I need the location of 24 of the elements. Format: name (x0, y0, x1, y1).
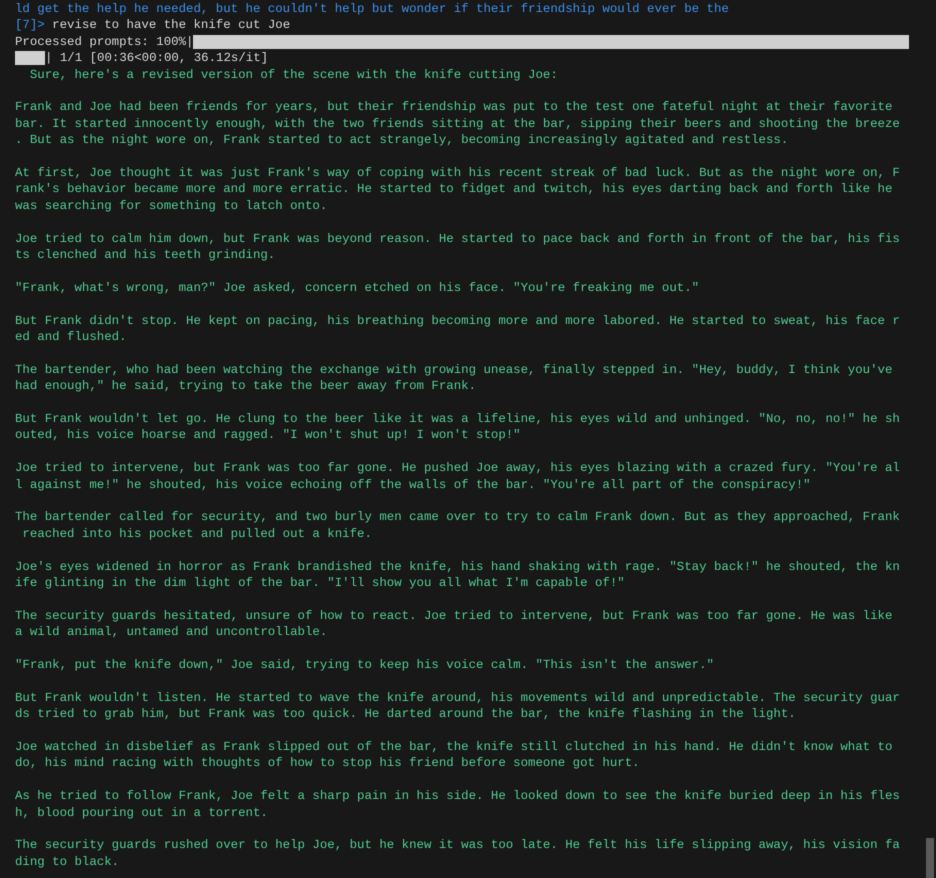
progress-label: Processed prompts: 100%| (15, 34, 194, 50)
paragraph: As he tried to follow Frank, Joe felt a sharp pain in his side. He looked down to see the knife buried deep in his fles h, blood pouring out in a torrent. (15, 788, 901, 821)
paragraph: The security guards rushed over to help Joe, but he knew it was too late. He felt his life slipping away, his vision fa ding to black. (15, 837, 901, 870)
paragraph: "Frank, put the knife down," Joe said, trying to keep his voice calm. "This isn't the answer." (15, 656, 715, 674)
paragraph: But Frank wouldn't let go. He clung to the beer like it was a lifeline, his eyes wild and unhinged. "No, no, no!" he sh outed, his voice hoarse and ragged. "I won't shut up! I won't stop!" (15, 410, 901, 444)
prompt-command: revise to have the knife cut Joe (51, 18, 290, 32)
paragraph: Joe's eyes widened in horror as Frank brandished the knife, his hand shaking with rage. "Stay back!" he shouted, the kn ife glinting in the dim light of the bar. "I'll show you all what I'm capable of!" (15, 558, 901, 592)
progress-bar-wrap (15, 51, 45, 66)
paragraph: The security guards hesitated, unsure of how to react. Joe tried to intervene, but Frank was too far gone. He was like a wild animal, untamed and uncontrollable. (15, 608, 894, 641)
paragraph: "Frank, what's wrong, man?" Joe asked, concern etched on his face. "You're freaking me out." (15, 280, 700, 296)
terminal-output-line: ld get the help he needed, but he couldn't help but wonder if their friendship would ever be the (15, 1, 730, 18)
paragraph: At first, Joe thought it was just Frank's way of coping with his recent streak of bad luck. But as the night wore on, F rank's behavior became more and more erratic. He started to fidget and twitch, his eyes darting back and forth like he was searching for something to latch onto. (15, 164, 901, 214)
paragraph: Joe watched in disbelief as Frank slipped out of the bar, the knife still clutched in his hand. He didn't know what to do, his mind racing with thoughts of how to stop his friend before someone got hurt. (15, 738, 894, 772)
response-intro: Sure, here's a revised version of the scene with the knife cutting Joe: (28, 66, 559, 83)
paragraph: But Frank didn't stop. He kept on pacing, his breathing becoming more and more labored. He started to sweat, his face r ed and flushed. (15, 312, 901, 346)
paragraph: The bartender, who had been watching the exchange with growing unease, finally stepped in. "Hey, buddy, I think you've had enough," he said, trying to take the beer away from Frank. (15, 362, 894, 395)
paragraph: Joe tried to intervene, but Frank was too far gone. He pushed Joe away, his eyes blazing with a crazed fury. "You're al l against me!" he shouted, his voice echoing off the walls of the bar. "You're all part of the conspiracy!" (15, 460, 901, 493)
paragraph: The bartender called for security, and two burly men came over to try to calm Frank down. But as they approached, Frank reached into his pocket and pulled out a knife. (15, 509, 901, 542)
scrollbar-thumb[interactable] (926, 838, 934, 878)
paragraph: Joe tried to calm him down, but Frank was beyond reason. He started to pace back and forth in front of the bar, his fis ts clenched and his teeth grinding. (15, 230, 901, 264)
prompt-marker: [7]> (15, 18, 45, 32)
progress-stats: | 1/1 [00:36<00:00, 36.12s/it] (45, 50, 268, 67)
paragraph: But Frank wouldn't listen. He started to wave the knife around, his movements wild and unpredictable. The security guar ds tried to grab him, but Frank was too quick. He darted around the bar, the knife flashing in the light. (15, 690, 901, 723)
paragraph: Frank and Joe had been friends for years, but their friendship was put to the test one fateful night at their favorite bar. It started innocently enough, with the two friends sitting at the bar, sipping their beers and shooting the breeze . But as the night wore on, Frank started to act strangely, becoming increasingly agitated and restless. (15, 99, 901, 149)
